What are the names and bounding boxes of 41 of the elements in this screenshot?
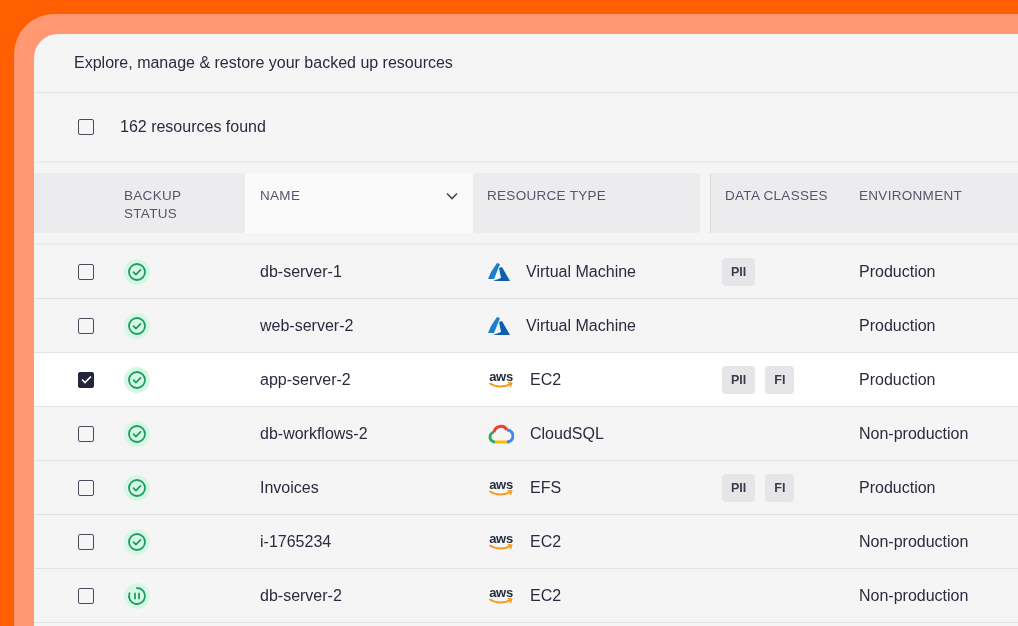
resource-name: web-server-2 [260, 316, 354, 335]
row-checkbox[interactable] [78, 479, 94, 496]
resource-type: EFS [530, 478, 562, 497]
resource-type: Virtual Machine [526, 262, 636, 281]
resource-name: app-server-2 [260, 370, 351, 389]
row-checkbox[interactable] [78, 587, 94, 604]
column-header: DATA CLASSES [710, 173, 845, 233]
column-header: ENVIRONMENT [845, 173, 1018, 233]
resource-name: db-workflows-2 [260, 424, 368, 443]
environment: Non-production [859, 586, 969, 605]
select-all-checkbox[interactable] [78, 119, 94, 135]
environment: Non-production [859, 532, 969, 551]
data-class-tag: FI [765, 365, 795, 394]
environment: Production [859, 316, 936, 335]
environment: Production [859, 262, 936, 281]
page-subtitle: Explore, manage & restore your backed up resources [74, 54, 453, 72]
resource-name: Invoices [260, 478, 319, 497]
resource-name: i-1765234 [260, 532, 332, 551]
resource-type: Virtual Machine [526, 316, 636, 335]
row-checkbox[interactable] [78, 425, 94, 442]
resource-type: EC2 [530, 586, 562, 605]
row-checkbox[interactable] [78, 317, 94, 334]
environment: Production [859, 478, 936, 497]
resource-type: EC2 [530, 532, 562, 551]
data-class-tag: PII [722, 365, 756, 394]
environment: Non-production [859, 424, 969, 443]
environment: Production [859, 370, 936, 389]
row-checkbox[interactable] [78, 263, 94, 280]
data-class-tag: PII [722, 473, 756, 502]
result-count: 162 resources found [120, 118, 266, 136]
resource-type: CloudSQL [530, 424, 604, 443]
row-checkbox[interactable] [78, 371, 94, 388]
column-header: RESOURCE TYPE [473, 173, 700, 233]
resource-name: db-server-1 [260, 262, 342, 281]
resource-name: db-server-2 [260, 586, 342, 605]
column-header[interactable]: NAME [245, 173, 473, 233]
data-class-tag: PII [722, 257, 756, 286]
resource-type: EC2 [530, 370, 562, 389]
data-class-tag: FI [765, 473, 795, 502]
row-checkbox[interactable] [78, 533, 94, 550]
column-header: BACKUP STATUS [34, 173, 245, 233]
